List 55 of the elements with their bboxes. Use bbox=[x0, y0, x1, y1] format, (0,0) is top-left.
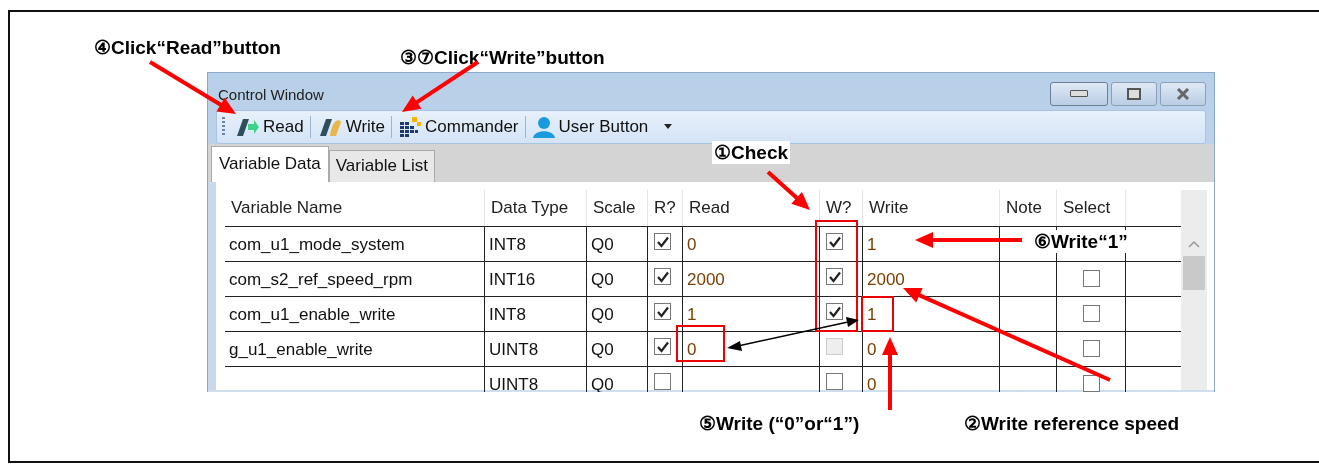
checkbox[interactable] bbox=[654, 233, 671, 250]
highlight-box bbox=[676, 325, 725, 362]
close-button[interactable] bbox=[1160, 81, 1206, 106]
table-cell: com_s2_ref_speed_rpm bbox=[225, 261, 485, 296]
caret-icon[interactable] bbox=[663, 124, 674, 130]
annotation-label: ⑤Write (“0”or“1”) bbox=[697, 412, 862, 435]
arrow bbox=[766, 170, 810, 210]
table-cell: 1 bbox=[683, 296, 820, 331]
checkbox[interactable] bbox=[654, 303, 671, 320]
highlight-box bbox=[861, 296, 894, 332]
read-icon bbox=[234, 116, 260, 138]
checkbox[interactable] bbox=[1082, 305, 1100, 322]
table-cell: 2000 bbox=[683, 261, 820, 296]
table-cell: UINT8 bbox=[485, 366, 587, 392]
checkbox[interactable] bbox=[826, 303, 843, 320]
minimize-button[interactable] bbox=[1050, 81, 1108, 106]
maximize-button[interactable] bbox=[1111, 81, 1157, 106]
toolbar-button[interactable]: Read bbox=[231, 114, 307, 140]
close-icon bbox=[1176, 87, 1190, 100]
checkbox[interactable] bbox=[1082, 340, 1100, 357]
annotation-label: ①Check bbox=[712, 141, 791, 164]
window-title: Control Window bbox=[218, 86, 324, 103]
checkbox[interactable] bbox=[826, 373, 843, 390]
scrollbar[interactable] bbox=[1181, 190, 1207, 390]
table-cell: Q0 bbox=[587, 226, 648, 261]
table-cell: INT8 bbox=[485, 226, 587, 261]
table-cell: UINT8 bbox=[485, 331, 587, 366]
checkbox[interactable] bbox=[654, 268, 671, 285]
table-cell: com_u1_mode_system bbox=[225, 226, 485, 261]
table-cell: Q0 bbox=[587, 296, 648, 331]
toolbar-button[interactable]: Commander bbox=[395, 114, 522, 140]
checkbox[interactable] bbox=[1082, 270, 1100, 287]
checkbox[interactable] bbox=[826, 233, 843, 250]
user-icon bbox=[531, 116, 556, 138]
table-cell: com_u1_enable_write bbox=[225, 296, 485, 331]
toolbar-button[interactable]: Write bbox=[313, 114, 388, 140]
table-cell: INT16 bbox=[485, 261, 587, 296]
checkbox[interactable] bbox=[654, 338, 671, 355]
table-cell: Q0 bbox=[587, 331, 648, 366]
tab[interactable]: Variable Data bbox=[211, 146, 329, 182]
checkbox[interactable] bbox=[1082, 375, 1100, 392]
scroll-thumb[interactable] bbox=[1183, 256, 1205, 290]
table-cell: g_u1_enable_write bbox=[225, 331, 485, 366]
toolbar-button[interactable]: User Button bbox=[528, 114, 677, 140]
checkbox[interactable] bbox=[654, 373, 671, 390]
table-cell: INT8 bbox=[485, 296, 587, 331]
scroll-up-icon[interactable] bbox=[1188, 240, 1200, 248]
table-cell: Q0 bbox=[587, 261, 648, 296]
grid-icon bbox=[398, 116, 422, 138]
table-cell: 0 bbox=[683, 226, 820, 261]
checkbox[interactable] bbox=[826, 268, 843, 285]
toolbar-grip[interactable] bbox=[222, 117, 225, 137]
tab[interactable]: Variable List bbox=[328, 150, 436, 182]
table-cell[interactable]: 0 bbox=[863, 366, 1000, 392]
annotation-label: ⑥Write“1” bbox=[1032, 230, 1130, 253]
